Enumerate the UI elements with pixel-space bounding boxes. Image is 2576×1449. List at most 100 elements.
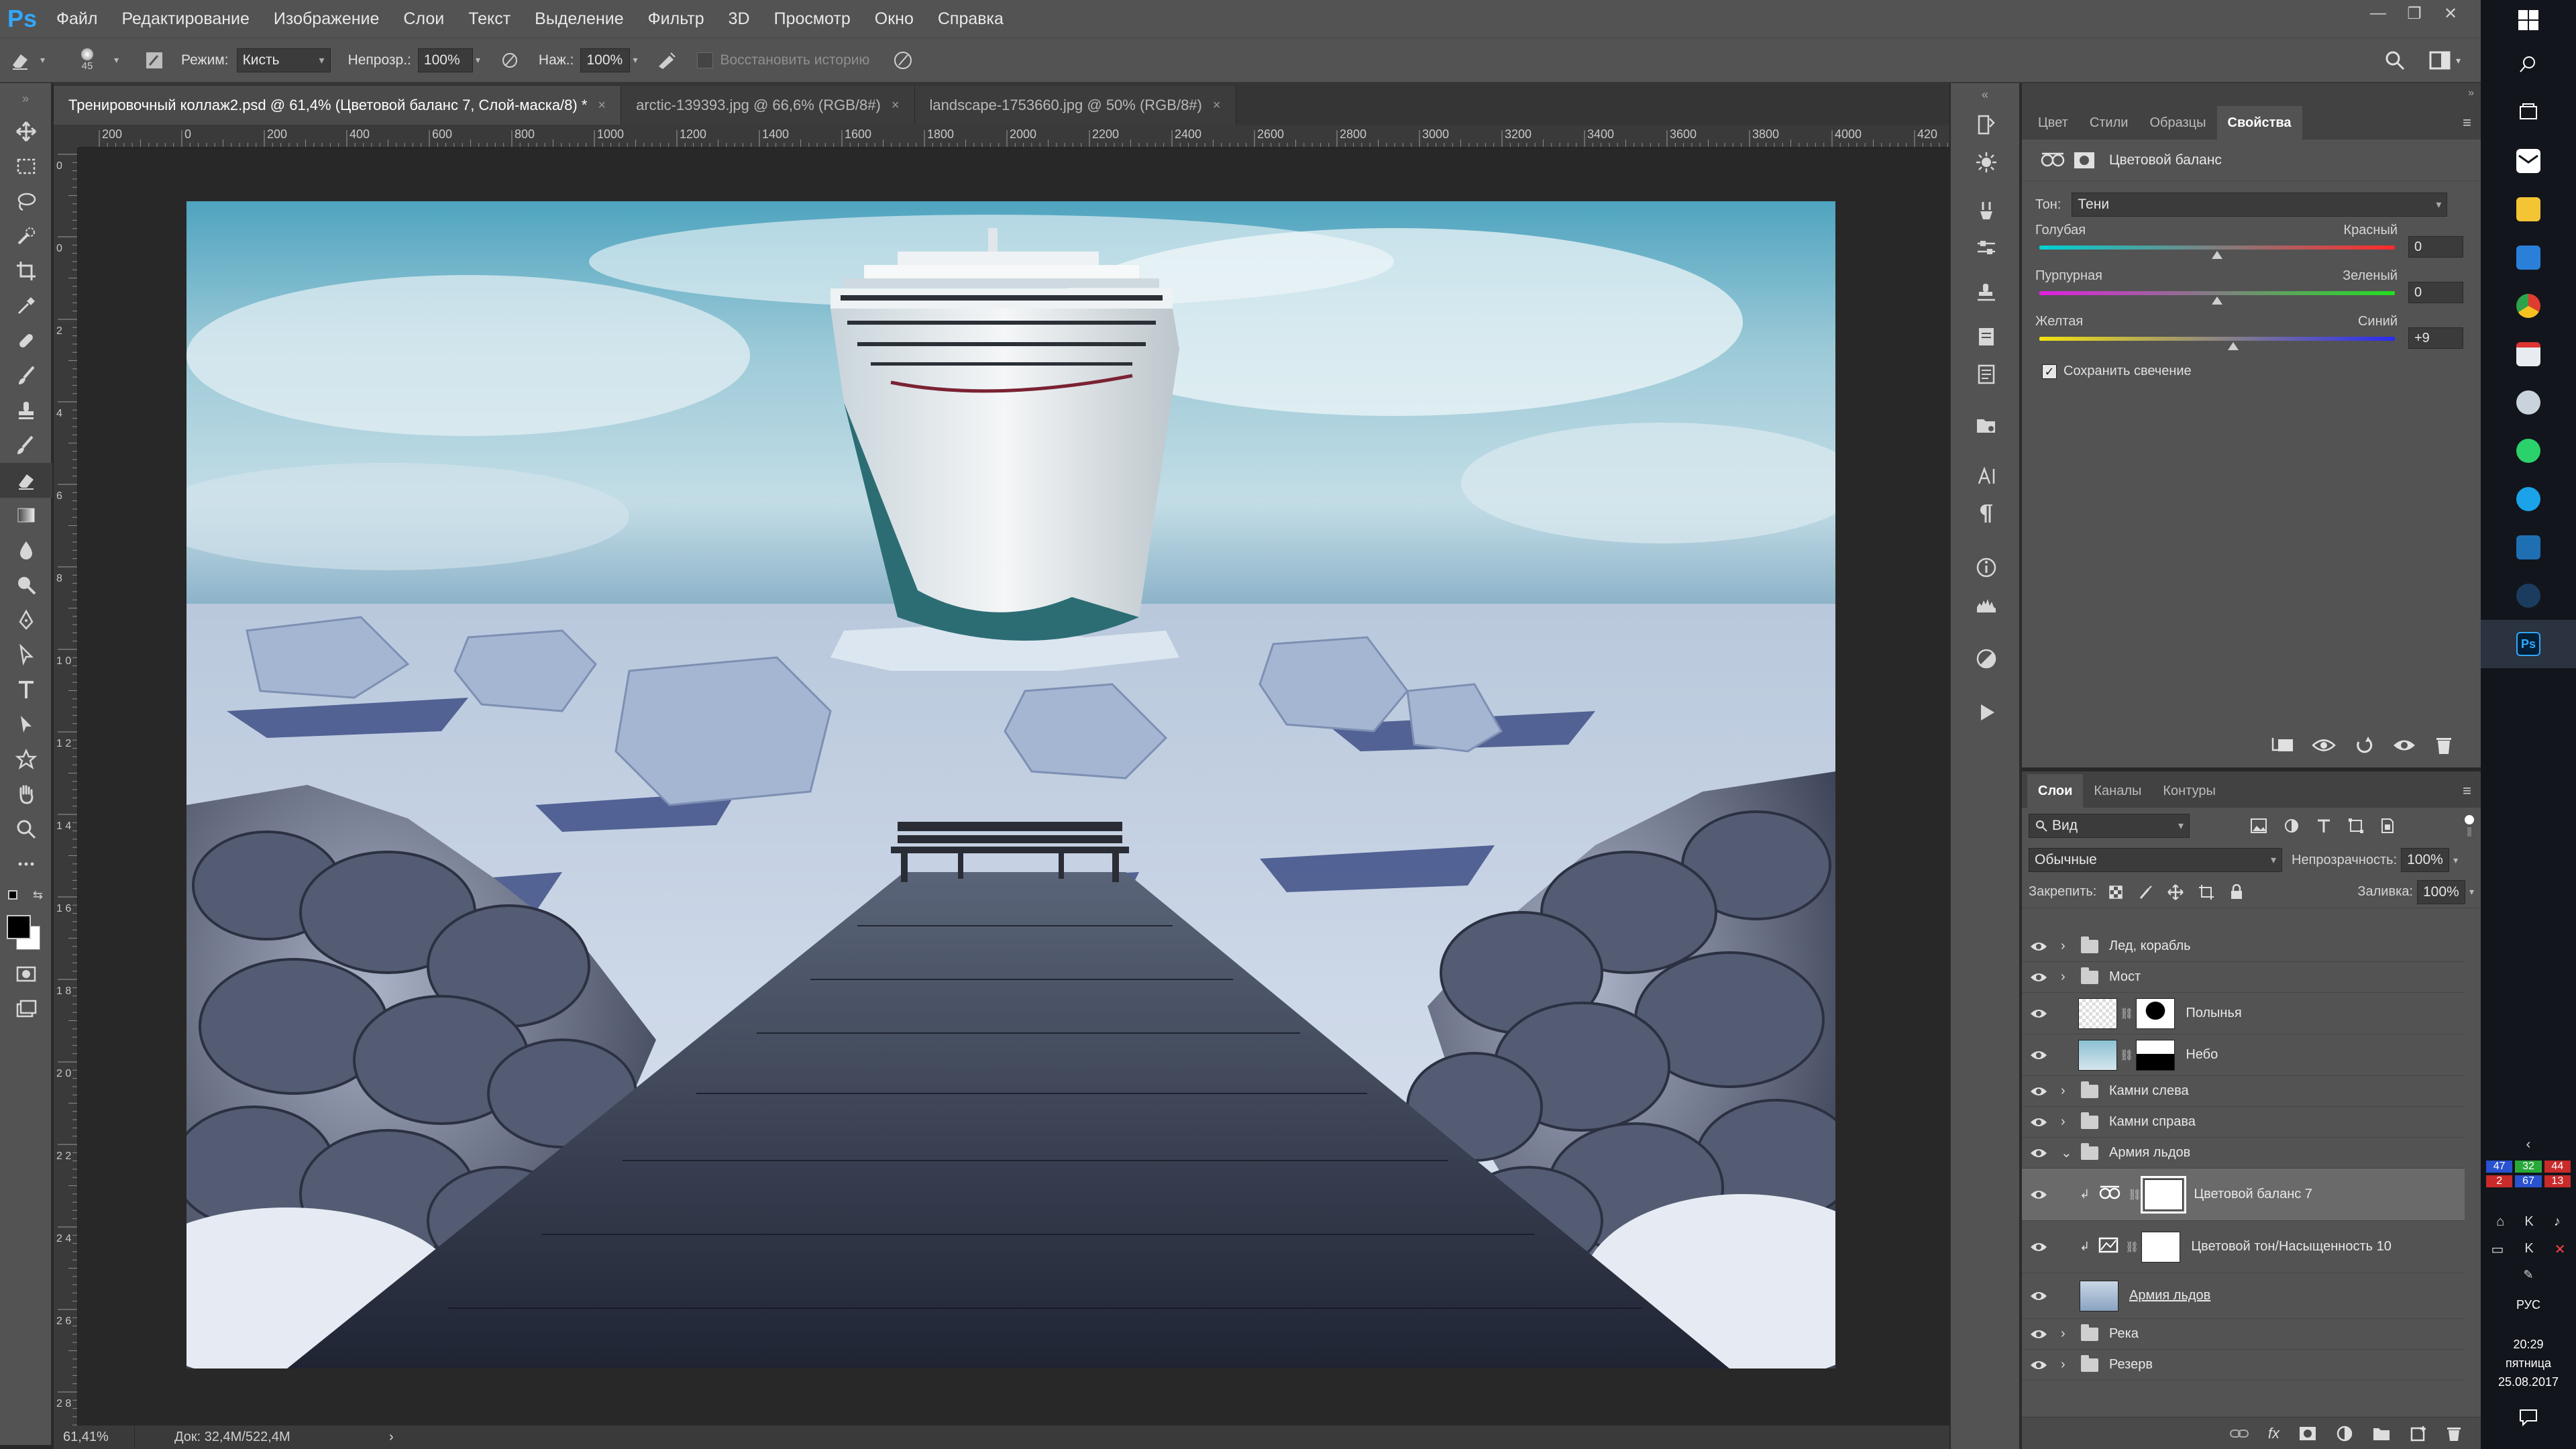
action-center-button[interactable] [2481,1409,2576,1426]
menu-edit[interactable]: Редактирование [109,0,261,38]
panel-collapse-icon[interactable]: » [2022,83,2481,103]
visibility-eye-icon[interactable] [2022,1328,2055,1340]
workspace-switcher[interactable]: ▾ [2429,50,2461,70]
close-tab-icon[interactable]: × [892,98,900,113]
taskbar-calendar[interactable] [2481,330,2576,378]
menu-file[interactable]: Файл [44,0,109,38]
visibility-eye-icon[interactable] [2022,1241,2055,1253]
menu-3d[interactable]: 3D [716,0,762,38]
layer-row[interactable]: ⌄ Армия льдов [2022,1138,2465,1169]
layer-thumbnail[interactable] [2078,998,2117,1029]
slider-handle[interactable] [2227,342,2239,350]
layer-row[interactable]: ⛓ Небо [2022,1034,2465,1076]
fill-chevron-icon[interactable]: ▾ [2469,886,2474,898]
restore-button[interactable]: ❐ [2396,0,2432,27]
vertical-ruler[interactable]: 0 0 2 4 6 8 1 0 1 2 1 4 1 6 1 8 2 0 2 2 2 4 2 6 2 8 [54,148,78,1426]
pressure-opacity-icon[interactable] [493,50,527,70]
chain-link-icon[interactable]: ⛓ [2120,1007,2133,1020]
chain-link-icon[interactable]: ⛓ [2128,1188,2141,1201]
zoom-tool-icon[interactable] [0,812,52,847]
network-icon[interactable]: ⌂ [2496,1214,2504,1230]
brightness-adjust-icon[interactable] [1951,144,2022,181]
doc-tab-landscape[interactable]: landscape-1753660.jpg @ 50% (RGB/8#) × [914,86,1236,125]
airbrush-icon[interactable] [650,50,684,70]
taskbar-photoshop[interactable]: Ps [2481,620,2576,668]
tray-expand-icon[interactable]: ‹ [2481,1137,2576,1152]
slider-value-field[interactable]: 0 [2408,282,2463,303]
delete-adjustment-icon[interactable] [2434,735,2454,755]
history-brush-tool-icon[interactable] [0,428,52,463]
restore-history-checkbox[interactable] [697,52,714,68]
collapse-arrow-icon[interactable]: › [2061,969,2077,985]
slider-value-field[interactable]: +9 [2408,327,2463,349]
paragraph-panel-icon[interactable] [1951,495,2022,533]
chain-link-icon[interactable]: ⛓ [2120,1049,2133,1062]
lasso-tool-icon[interactable] [0,184,52,219]
layer-mask-thumbnail[interactable] [2141,1175,2187,1214]
pressure-chevron-icon[interactable]: ▾ [633,54,650,66]
brush-size-picker[interactable]: 45 [60,48,114,72]
layer-row[interactable]: ⛓ Полынья [2022,993,2465,1034]
doc-tab-arctic[interactable]: arctic-139393.jpg @ 66,6% (RGB/8#) × [621,86,915,125]
opacity-chevron-icon[interactable]: ▾ [2453,855,2458,866]
menu-layers[interactable]: Слои [391,0,456,38]
new-adjustment-layer-icon[interactable] [2336,1425,2353,1442]
gradient-tool-icon[interactable] [0,498,52,533]
photoshop-logo[interactable]: Ps [0,0,44,38]
tray-k2-icon[interactable]: K [2524,1241,2533,1258]
tone-select[interactable]: Тени ▾ [2072,193,2448,217]
layer-row[interactable]: › Лед, корабль [2022,931,2465,962]
screen-mode-icon[interactable] [0,991,52,1026]
default-colors-icon[interactable] [8,890,17,900]
input-language[interactable]: РУС [2481,1298,2576,1312]
timeline-play-icon[interactable] [1951,694,2022,731]
libraries-panel-icon[interactable] [1951,407,2022,444]
taskbar-steam[interactable] [2481,572,2576,620]
menu-image[interactable]: Изображение [262,0,391,38]
tray-badge[interactable]: 32 [2515,1161,2542,1173]
taskbar-explorer[interactable] [2481,185,2576,233]
swap-colors-icon[interactable]: ⇆ [33,888,43,902]
taskbar-app2[interactable] [2481,523,2576,572]
brush-panel-toggle-icon[interactable] [134,50,174,70]
brush-settings-icon[interactable] [1951,229,2022,267]
opacity-chevron-icon[interactable]: ▾ [476,54,493,66]
delete-layer-icon[interactable] [2446,1425,2462,1442]
visibility-eye-icon[interactable] [2022,971,2055,983]
clock[interactable]: 20:29 пятница 25.08.2017 [2481,1335,2576,1391]
lock-pixels-icon[interactable] [2138,885,2153,900]
type-filter-icon[interactable] [2316,818,2332,834]
tab-styles[interactable]: Стили [2079,106,2139,140]
tray-badge[interactable]: 47 [2486,1161,2513,1173]
brush-picker-chevron-icon[interactable]: ▾ [114,54,134,66]
layer-mask-thumbnail[interactable] [2136,998,2176,1029]
close-tab-icon[interactable]: × [1213,98,1221,113]
taskbar-whatsapp[interactable] [2481,427,2576,475]
actions-panel-icon[interactable] [1951,356,2022,393]
history-panel-icon[interactable] [1951,106,2022,144]
path-selection-tool-icon[interactable] [0,707,52,742]
blend-mode-select[interactable]: Обычные ▾ [2029,848,2282,872]
quick-selection-tool-icon[interactable] [0,219,52,254]
hand-tool-icon[interactable] [0,777,52,812]
direct-selection-icon[interactable] [0,637,52,672]
adjustment-filter-icon[interactable] [2284,818,2300,834]
pixel-filter-icon[interactable] [2250,818,2267,834]
layer-row[interactable]: ↲ ⛓ Цветовой тон/Насыщенность 10 [2022,1221,2465,1273]
marquee-tool-icon[interactable] [0,149,52,184]
visibility-eye-icon[interactable] [2022,1085,2055,1097]
new-layer-icon[interactable] [2410,1425,2427,1442]
taskbar-mail[interactable] [2481,137,2576,185]
layer-row[interactable]: › Резерв [2022,1350,2465,1381]
custom-shape-tool-icon[interactable] [0,742,52,777]
pressure-size-icon[interactable] [883,50,923,71]
layer-mask-icon[interactable] [2073,150,2097,170]
fill-field[interactable]: 100% [2416,879,2465,904]
layer-row[interactable]: ↲ ⛓ Цветовой баланс 7 [2022,1169,2465,1221]
tray-alert-icon[interactable]: ✕ [2555,1241,2566,1258]
close-tab-icon[interactable]: × [598,98,606,113]
close-button[interactable]: ✕ [2432,0,2469,27]
tool-preset-chevron-icon[interactable]: ▾ [40,54,60,66]
taskbar-chrome[interactable] [2481,282,2576,330]
tab-color[interactable]: Цвет [2027,106,2079,140]
